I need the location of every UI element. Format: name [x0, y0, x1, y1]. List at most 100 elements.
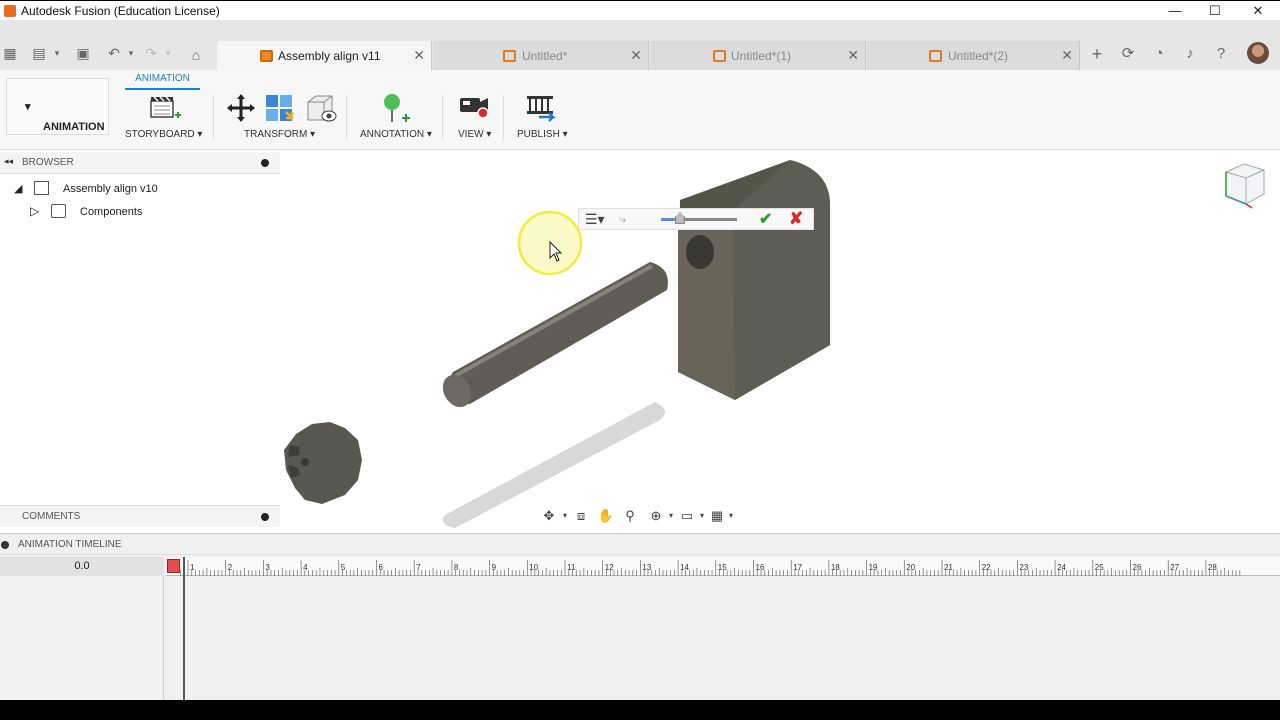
- ruler-tick-label: 21: [944, 563, 953, 572]
- ruler-tick-label: 8: [454, 563, 459, 572]
- look-at-icon[interactable]: ⧈: [572, 508, 590, 524]
- timeline-track-area[interactable]: [0, 555, 1280, 700]
- playhead[interactable]: [183, 557, 185, 700]
- publish-video-icon[interactable]: [525, 93, 559, 123]
- timeline-ruler[interactable]: 1 2 3 4 5 6 7 8 9 10 11 12 13 14 15 16 17 18 19 20 21 22 23 24 2…: [166, 557, 1280, 576]
- file-dropdown-icon[interactable]: ▾: [48, 44, 66, 62]
- avatar[interactable]: [1247, 42, 1269, 64]
- list-menu-icon[interactable]: ☰▾: [585, 211, 605, 228]
- keyframe-marker[interactable]: [167, 559, 180, 573]
- cancel-x-icon[interactable]: ✘: [789, 209, 803, 229]
- tree-item-root[interactable]: ◢ Assembly align v10: [14, 181, 164, 199]
- ruler-tick-label: 24: [1057, 563, 1066, 572]
- storyboard-icon[interactable]: [148, 93, 182, 125]
- pin-part[interactable]: [437, 262, 668, 412]
- job-status-icon[interactable]: ◔: [1149, 44, 1169, 64]
- maximize-button[interactable]: ☐: [1205, 3, 1225, 19]
- viewcube-icon[interactable]: [1222, 160, 1268, 210]
- grid-dropdown-icon[interactable]: ▾: [722, 508, 740, 524]
- new-tab-icon[interactable]: +: [1087, 44, 1107, 64]
- redo-dropdown-icon[interactable]: ▾: [159, 44, 177, 62]
- auto-explode-icon[interactable]: [304, 92, 338, 124]
- design-icon: [713, 50, 726, 62]
- ruler-tick-label: 23: [1019, 563, 1028, 572]
- ruler-tick-label: 13: [642, 563, 651, 572]
- undo-dropdown-icon[interactable]: ▾: [122, 44, 140, 62]
- close-icon[interactable]: ✕: [847, 47, 859, 64]
- extensions-icon[interactable]: ⟳: [1118, 44, 1138, 64]
- browser-title: BROWSER: [22, 157, 74, 168]
- view-menu[interactable]: VIEW ▾: [458, 129, 491, 140]
- ruler-tick-label: 19: [869, 563, 878, 572]
- ruler-tick-label: 2: [228, 563, 233, 572]
- fusion-logo-icon: [4, 5, 16, 17]
- close-window-button[interactable]: ✕: [1248, 3, 1268, 19]
- collapse-timeline-icon[interactable]: [1, 541, 9, 549]
- ruler-tick-label: 6: [379, 563, 384, 572]
- tree-item-components[interactable]: ▷ Components: [30, 204, 150, 222]
- transform-menu[interactable]: TRANSFORM ▾: [244, 129, 315, 140]
- app-grid-icon[interactable]: ▦: [1, 44, 19, 62]
- assembly-icon: [34, 181, 49, 195]
- ruler-tick-label: 12: [605, 563, 614, 572]
- tab-untitled[interactable]: Untitled* ✕: [433, 41, 649, 70]
- pan-icon[interactable]: ✋: [597, 508, 615, 524]
- close-icon[interactable]: ✕: [1061, 47, 1073, 64]
- ribbon-divider: [213, 95, 214, 140]
- tab-label: Untitled*: [522, 49, 568, 63]
- ruler-tick-label: 25: [1095, 563, 1104, 572]
- current-time-readout[interactable]: 0.0: [0, 557, 164, 576]
- restore-home-icon[interactable]: [264, 92, 296, 124]
- ruler-tick-label: 22: [982, 563, 991, 572]
- ruler-tick-label: 16: [756, 563, 765, 572]
- gear-part[interactable]: [284, 422, 362, 504]
- ruler-tick-label: 4: [303, 563, 308, 572]
- save-icon[interactable]: ▣: [74, 44, 92, 62]
- help-icon[interactable]: ?: [1211, 44, 1231, 64]
- ruler-tick-label: 15: [718, 563, 727, 572]
- annotation-menu[interactable]: ANNOTATION ▾: [360, 129, 432, 140]
- tab-label: Untitled*(1): [731, 49, 792, 63]
- callout-icon[interactable]: [378, 93, 412, 125]
- redo-icon[interactable]: ↷: [142, 44, 160, 62]
- add-comment-icon[interactable]: [261, 513, 269, 521]
- expand-triangle-icon[interactable]: ◢: [14, 182, 22, 195]
- folder-icon: [51, 204, 66, 218]
- close-icon[interactable]: ✕: [630, 47, 642, 64]
- expand-triangle-icon[interactable]: ▷: [30, 204, 39, 218]
- zoom-icon[interactable]: ⚲: [621, 508, 639, 524]
- ruler-tick-label: 11: [567, 563, 576, 572]
- ruler-tick-label: 27: [1170, 563, 1179, 572]
- block-part[interactable]: [678, 160, 830, 400]
- ruler-tick-label: 20: [906, 563, 915, 572]
- ruler-tick-label: 1: [190, 563, 195, 572]
- tab-assembly-align[interactable]: Assembly align v11 ✕: [217, 41, 432, 70]
- design-icon: [503, 50, 516, 62]
- close-icon[interactable]: ✕: [413, 47, 425, 64]
- tab-untitled-1[interactable]: Untitled*(1) ✕: [650, 41, 866, 70]
- opacity-slider[interactable]: [661, 212, 737, 224]
- workspace-switcher[interactable]: ANIMATION ▾: [6, 78, 109, 135]
- animation-timeline-header: ANIMATION TIMELINE: [0, 533, 1280, 555]
- camera-record-icon[interactable]: [458, 93, 492, 123]
- undo-icon[interactable]: ↶: [105, 44, 123, 62]
- tab-label: Untitled*(2): [948, 49, 1009, 63]
- storyboard-menu[interactable]: STORYBOARD ▾: [125, 129, 202, 140]
- ok-check-icon[interactable]: ✔: [759, 209, 772, 229]
- home-icon[interactable]: ⌂: [187, 46, 205, 64]
- transform-components-icon[interactable]: [225, 92, 257, 124]
- slider-thumb[interactable]: [675, 212, 685, 224]
- tab-untitled-2[interactable]: Untitled*(2) ✕: [867, 41, 1080, 70]
- comments-title: COMMENTS: [22, 511, 81, 522]
- collapse-panel-icon[interactable]: ◂◂: [4, 156, 13, 167]
- tab-animation[interactable]: ANIMATION: [125, 72, 200, 90]
- publish-menu[interactable]: PUBLISH ▾: [517, 129, 568, 140]
- ruler-tick-label: 7: [416, 563, 421, 572]
- minimize-button[interactable]: —: [1165, 3, 1185, 19]
- ruler-ticks: 1 2 3 4 5 6 7 8 9 10 11 12 13 14 15 16 17 18 19 20 21 22 23 24 2…: [180, 560, 1241, 576]
- file-menu-icon[interactable]: ▤: [30, 44, 48, 62]
- fusion-window: Autodesk Fusion (Education License) — ☐ …: [0, 0, 1280, 720]
- pivot-icon[interactable]: ⤷: [619, 211, 626, 227]
- notifications-icon[interactable]: ♪: [1180, 44, 1200, 64]
- browser-pin-icon[interactable]: [261, 159, 269, 167]
